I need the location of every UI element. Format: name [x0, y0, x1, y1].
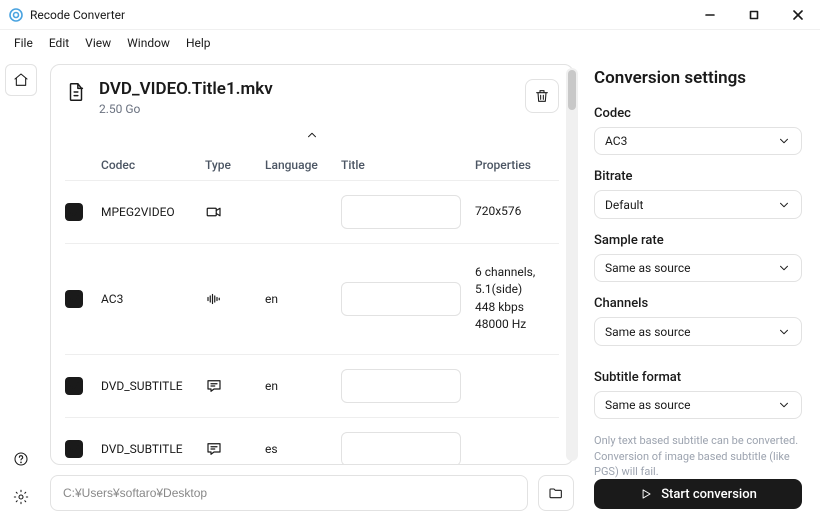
menubar: File Edit View Window Help — [0, 30, 820, 56]
track-title-input[interactable] — [341, 195, 461, 229]
app-icon — [8, 7, 24, 23]
subtitle-format-select[interactable]: Same as source — [594, 391, 802, 419]
track-row: DVD_SUBTITLE en — [65, 354, 559, 417]
track-language: en — [265, 379, 337, 393]
codec-label: Codec — [594, 106, 802, 121]
settings-button[interactable] — [7, 483, 35, 511]
track-row: MPEG2VIDEO 720x576 — [65, 180, 559, 243]
output-path-input[interactable] — [50, 475, 528, 511]
codec-select[interactable]: AC3 — [594, 127, 802, 155]
subtitle-format-value: Same as source — [605, 398, 690, 412]
track-checkbox[interactable] — [65, 203, 83, 221]
menu-view[interactable]: View — [77, 33, 119, 53]
channels-value: Same as source — [605, 325, 690, 339]
track-language: es — [265, 442, 337, 456]
bitrate-select[interactable]: Default — [594, 190, 802, 218]
home-button[interactable] — [5, 64, 37, 96]
track-checkbox[interactable] — [65, 377, 83, 395]
th-type: Type — [205, 158, 261, 172]
tracks-table: Codec Type Language Title Properties MPE… — [65, 150, 559, 464]
menu-edit[interactable]: Edit — [41, 33, 77, 53]
samplerate-value: Same as source — [605, 261, 690, 275]
file-size: 2.50 Go — [99, 102, 273, 116]
track-title-input[interactable] — [341, 282, 461, 316]
th-codec: Codec — [101, 158, 201, 172]
help-button[interactable] — [7, 445, 35, 473]
delete-file-button[interactable] — [525, 79, 559, 113]
track-row: AC3 en 6 channels, 5.1(side) 448 kbps 48… — [65, 243, 559, 354]
subtitle-icon — [205, 377, 261, 395]
bitrate-label: Bitrate — [594, 169, 802, 184]
window-maximize-button[interactable] — [732, 0, 776, 30]
browse-folder-button[interactable] — [538, 475, 574, 511]
window-minimize-button[interactable] — [688, 0, 732, 30]
subtitle-hint: Only text based subtitle can be converte… — [594, 433, 802, 479]
track-codec: AC3 — [101, 292, 201, 306]
track-codec: DVD_SUBTITLE — [101, 442, 201, 456]
codec-value: AC3 — [605, 134, 627, 148]
audio-icon — [205, 290, 261, 308]
track-title-input[interactable] — [341, 432, 461, 464]
menu-help[interactable]: Help — [178, 33, 219, 53]
file-name: DVD_VIDEO.Title1.mkv — [99, 79, 273, 99]
track-checkbox[interactable] — [65, 440, 83, 458]
th-properties: Properties — [475, 158, 559, 172]
track-props: 6 channels, 5.1(side) 448 kbps 48000 Hz — [475, 264, 559, 334]
scrollbar[interactable] — [566, 68, 578, 461]
titlebar: Recode Converter — [0, 0, 820, 30]
track-title-input[interactable] — [341, 369, 461, 403]
channels-select[interactable]: Same as source — [594, 317, 802, 345]
menu-file[interactable]: File — [6, 33, 41, 53]
settings-pane: Conversion settings Codec AC3 Bitrate De… — [582, 56, 820, 521]
subtitle-format-label: Subtitle format — [594, 370, 802, 385]
track-codec: MPEG2VIDEO — [101, 205, 201, 219]
subtitle-icon — [205, 440, 261, 458]
th-title: Title — [341, 158, 471, 172]
start-conversion-button[interactable]: Start conversion — [594, 479, 802, 509]
collapse-button[interactable] — [305, 128, 319, 146]
track-language: en — [265, 292, 337, 306]
chevron-down-icon — [777, 398, 791, 412]
track-row: DVD_SUBTITLE es — [65, 417, 559, 464]
track-props: 720x576 — [475, 203, 559, 220]
samplerate-label: Sample rate — [594, 233, 802, 248]
left-rail — [0, 56, 42, 521]
chevron-down-icon — [777, 198, 791, 212]
file-card: DVD_VIDEO.Title1.mkv 2.50 Go — [50, 64, 574, 465]
start-button-label: Start conversion — [661, 487, 757, 502]
samplerate-select[interactable]: Same as source — [594, 254, 802, 282]
file-icon — [65, 81, 87, 103]
chevron-down-icon — [777, 325, 791, 339]
bitrate-value: Default — [605, 198, 643, 212]
video-icon — [205, 203, 261, 221]
menu-window[interactable]: Window — [119, 33, 178, 53]
track-checkbox[interactable] — [65, 290, 83, 308]
channels-label: Channels — [594, 296, 802, 311]
window-close-button[interactable] — [776, 0, 820, 30]
th-language: Language — [265, 158, 337, 172]
track-codec: DVD_SUBTITLE — [101, 379, 201, 393]
app-title: Recode Converter — [30, 8, 125, 22]
chevron-down-icon — [777, 134, 791, 148]
center-pane: DVD_VIDEO.Title1.mkv 2.50 Go — [42, 56, 582, 521]
settings-title: Conversion settings — [594, 68, 802, 88]
chevron-down-icon — [777, 261, 791, 275]
